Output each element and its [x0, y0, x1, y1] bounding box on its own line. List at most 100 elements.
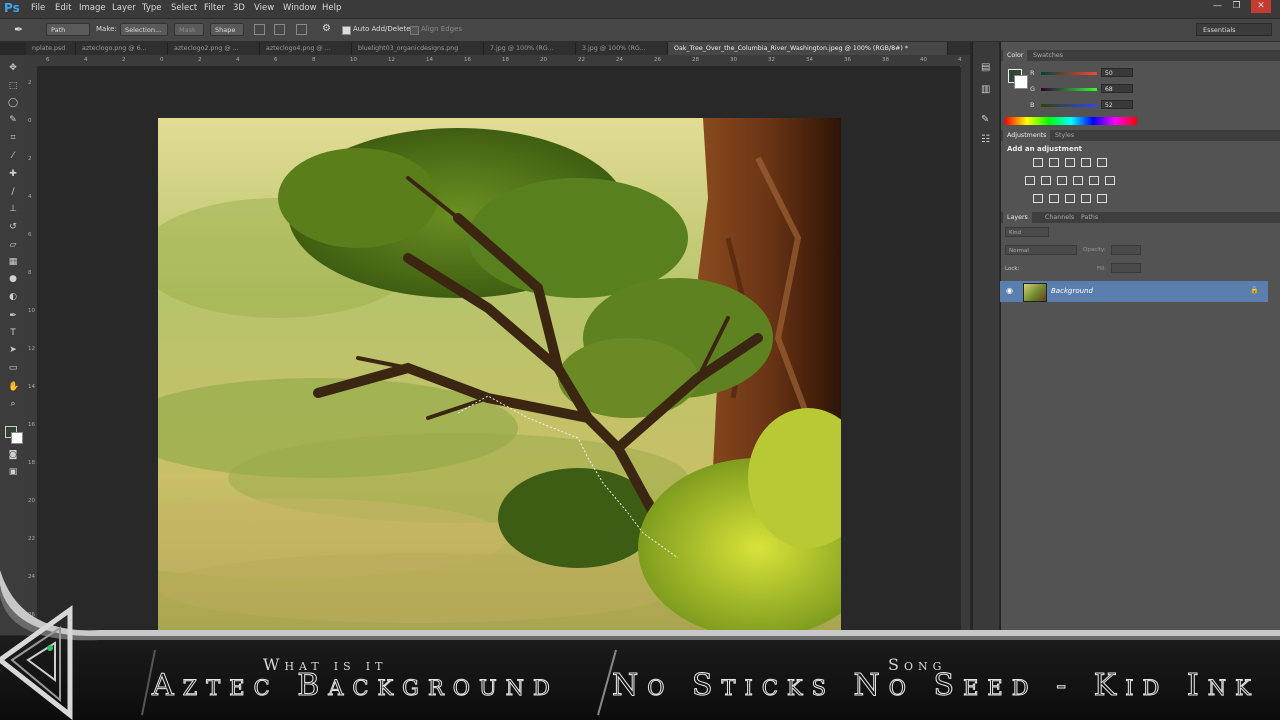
- history-panel-icon[interactable]: ▤: [981, 62, 990, 73]
- r-slider[interactable]: [1041, 72, 1097, 75]
- channel-mixer-adjustment-icon[interactable]: [1089, 176, 1099, 185]
- black-white-adjustment-icon[interactable]: [1057, 176, 1067, 185]
- pen-tool-icon[interactable]: ✒: [14, 23, 23, 36]
- tab-styles[interactable]: Styles: [1051, 130, 1078, 141]
- close-icon[interactable]: ✕: [1251, 0, 1271, 13]
- workspace-select[interactable]: Essentials: [1196, 23, 1272, 36]
- screen-mode-icon[interactable]: ▣: [8, 467, 18, 477]
- tab-bluelight[interactable]: bluelight03_organicdesigns.png: [352, 42, 484, 55]
- dodge-tool-icon[interactable]: ◐: [8, 292, 18, 302]
- restore-icon[interactable]: ❐: [1228, 0, 1245, 13]
- type-tool-icon[interactable]: T: [8, 328, 18, 338]
- healing-brush-tool-icon[interactable]: ✚: [8, 169, 18, 179]
- tab-nplate[interactable]: nplate.psd: [26, 42, 76, 55]
- hue-saturation-adjustment-icon[interactable]: [1025, 176, 1035, 185]
- curves-adjustment-icon[interactable]: [1065, 158, 1075, 167]
- menu-window[interactable]: Window: [283, 3, 317, 13]
- crop-tool-icon[interactable]: ⌗: [8, 133, 18, 143]
- background-color-swatch[interactable]: [11, 432, 23, 444]
- quick-mask-icon[interactable]: ◙: [8, 450, 18, 460]
- tab-azteclogo2[interactable]: azteclogo2.png @ ...: [168, 42, 260, 55]
- tab-swatches[interactable]: Swatches: [1029, 50, 1067, 61]
- zoom-tool-icon[interactable]: ⌕: [8, 399, 18, 409]
- tool-mode-select[interactable]: Path: [46, 23, 90, 36]
- menu-help[interactable]: Help: [322, 3, 341, 13]
- path-arrangement-icon[interactable]: [296, 24, 307, 35]
- posterize-adjustment-icon[interactable]: [1049, 194, 1059, 203]
- threshold-adjustment-icon[interactable]: [1065, 194, 1075, 203]
- lock-label: Lock:: [1005, 266, 1020, 272]
- history-brush-tool-icon[interactable]: ↺: [8, 222, 18, 232]
- move-tool-icon[interactable]: ✥: [8, 63, 18, 73]
- b-slider[interactable]: [1041, 104, 1097, 107]
- gradient-map-adjustment-icon[interactable]: [1097, 194, 1107, 203]
- menu-view[interactable]: View: [254, 3, 274, 13]
- selective-color-adjustment-icon[interactable]: [1081, 194, 1091, 203]
- b-value-field[interactable]: 52: [1101, 100, 1133, 109]
- fill-field[interactable]: [1111, 263, 1141, 273]
- eraser-tool-icon[interactable]: ▱: [8, 240, 18, 250]
- brush-panel-icon[interactable]: ✎: [981, 114, 989, 125]
- exposure-adjustment-icon[interactable]: [1081, 158, 1091, 167]
- photo-filter-adjustment-icon[interactable]: [1073, 176, 1083, 185]
- tab-adjustments[interactable]: Adjustments: [1003, 130, 1051, 141]
- color-lookup-adjustment-icon[interactable]: [1105, 176, 1115, 185]
- tab-color[interactable]: Color: [1003, 50, 1028, 61]
- blur-tool-icon[interactable]: ●: [8, 274, 18, 284]
- shape-button[interactable]: Shape: [210, 23, 244, 36]
- tab-layers[interactable]: Layers: [1003, 212, 1032, 223]
- tab-7jpg[interactable]: 7.jpg @ 100% (RG...: [484, 42, 576, 55]
- gear-icon[interactable]: ⚙: [322, 23, 331, 34]
- vibrance-adjustment-icon[interactable]: [1097, 158, 1107, 167]
- path-alignment-icon[interactable]: [274, 24, 285, 35]
- selection-button[interactable]: Selection...: [120, 23, 168, 36]
- mask-button[interactable]: Mask: [174, 23, 204, 36]
- properties-panel-icon[interactable]: ▥: [981, 84, 990, 95]
- background-color-chip[interactable]: [1014, 75, 1028, 89]
- color-balance-adjustment-icon[interactable]: [1041, 176, 1051, 185]
- menu-layer[interactable]: Layer: [112, 3, 136, 13]
- lasso-tool-icon[interactable]: ◯: [8, 98, 18, 108]
- menu-type[interactable]: Type: [142, 3, 162, 13]
- auto-add-delete-checkbox[interactable]: [342, 26, 351, 35]
- tab-3jpg[interactable]: 3.jpg @ 100% (RG...: [576, 42, 668, 55]
- layer-kind-filter[interactable]: Kind: [1005, 227, 1049, 237]
- gradient-tool-icon[interactable]: ▦: [8, 257, 18, 267]
- pen-tool-icon[interactable]: ✒: [8, 311, 18, 321]
- tab-azteclogo4[interactable]: azteclogo4.png @ ...: [260, 42, 352, 55]
- brightness-adjustment-icon[interactable]: [1033, 158, 1043, 167]
- r-value-field[interactable]: 50: [1101, 68, 1133, 77]
- tool-presets-icon[interactable]: ☷: [981, 134, 990, 145]
- tab-channels[interactable]: Channels: [1041, 212, 1078, 223]
- g-slider[interactable]: [1041, 88, 1097, 91]
- eye-visibility-icon[interactable]: ◉: [1006, 286, 1013, 295]
- layer-name[interactable]: Background: [1051, 287, 1093, 295]
- align-edges-checkbox[interactable]: [410, 26, 419, 35]
- menu-select[interactable]: Select: [171, 3, 197, 13]
- color-spectrum-ramp[interactable]: [1005, 117, 1137, 125]
- menu-filter[interactable]: Filter: [204, 3, 225, 13]
- invert-adjustment-icon[interactable]: [1033, 194, 1043, 203]
- levels-adjustment-icon[interactable]: [1049, 158, 1059, 167]
- ruler-tick-label: 4: [84, 57, 88, 63]
- menu-3d[interactable]: 3D: [233, 3, 245, 13]
- menu-edit[interactable]: Edit: [55, 3, 71, 13]
- tab-paths[interactable]: Paths: [1077, 212, 1102, 223]
- tab-oak-tree[interactable]: Oak_Tree_Over_the_Columbia_River_Washing…: [668, 42, 948, 55]
- eyedropper-tool-icon[interactable]: ⁄: [8, 151, 18, 161]
- tab-azteclogo[interactable]: azteclogo.png @ 6...: [76, 42, 168, 55]
- rectangle-tool-icon[interactable]: ▭: [8, 363, 18, 373]
- menu-file[interactable]: File: [31, 3, 45, 13]
- brush-tool-icon[interactable]: ∕: [8, 187, 18, 197]
- minimize-icon[interactable]: —: [1209, 0, 1226, 13]
- marquee-tool-icon[interactable]: ⬚: [8, 81, 18, 91]
- hand-tool-icon[interactable]: ✋: [8, 382, 19, 392]
- opacity-field[interactable]: [1111, 245, 1141, 255]
- path-selection-tool-icon[interactable]: ➤: [8, 345, 18, 355]
- quick-select-tool-icon[interactable]: ✎: [8, 115, 18, 125]
- g-value-field[interactable]: 68: [1101, 84, 1133, 93]
- menu-image[interactable]: Image: [79, 3, 106, 13]
- path-operations-icon[interactable]: [254, 24, 265, 35]
- clone-stamp-tool-icon[interactable]: ⊥: [8, 204, 18, 214]
- blend-mode-select[interactable]: Normal: [1005, 245, 1077, 255]
